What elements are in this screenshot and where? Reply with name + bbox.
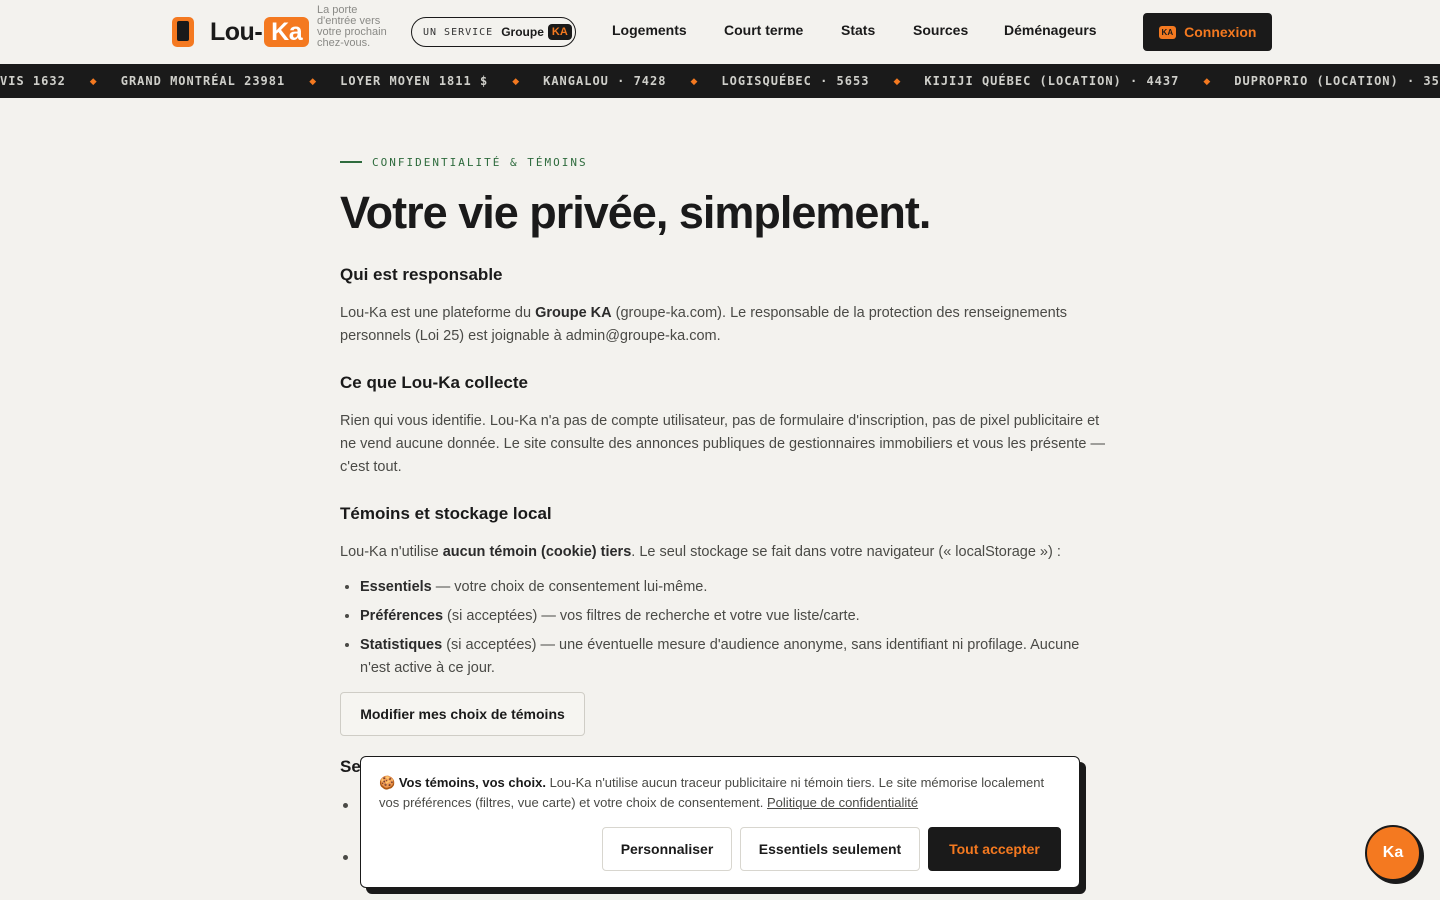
logo[interactable]: Lou- Ka xyxy=(172,17,310,47)
service-group: Groupe xyxy=(501,25,544,39)
nav-demenageurs[interactable]: Déménageurs xyxy=(1004,22,1097,38)
section-title-cookies: Témoins et stockage local xyxy=(340,504,552,523)
phone-icon xyxy=(172,17,194,47)
section-text-collect: Rien qui vous identifie. Lou-Ka n'a pas … xyxy=(340,413,1105,475)
list-item: Statistiques (si acceptées) — une éventu… xyxy=(360,634,1110,680)
diamond-icon: ◆ xyxy=(893,75,901,86)
login-button[interactable]: KA Connexion xyxy=(1143,13,1272,51)
accept-all-button[interactable]: Tout accepter xyxy=(928,827,1061,871)
section-text-responsible: Lou-Ka est une plateforme du Groupe KA (… xyxy=(340,302,1110,348)
privacy-content: CONFIDENTIALITÉ & TÉMOINS Votre vie priv… xyxy=(340,150,1110,736)
list-bullet xyxy=(343,855,348,860)
ticker-item: LOGISQUÉBEC · 5653 xyxy=(721,74,870,88)
ticker-item: LOYER MOYEN 1811 $ xyxy=(340,74,489,88)
diamond-icon: ◆ xyxy=(512,75,520,86)
ka-assistant-button[interactable]: Ka xyxy=(1365,825,1421,881)
logo-prefix: Lou- xyxy=(210,17,263,46)
customize-button[interactable]: Personnaliser xyxy=(602,827,732,871)
eyebrow: CONFIDENTIALITÉ & TÉMOINS xyxy=(340,150,1110,174)
modify-cookies-button[interactable]: Modifier mes choix de témoins xyxy=(340,692,585,736)
service-label: UN SERVICE xyxy=(423,26,494,38)
diamond-icon: ◆ xyxy=(309,75,317,86)
text-bold: aucun témoin (cookie) tiers xyxy=(442,544,632,560)
diamond-icon: ◆ xyxy=(89,75,97,86)
service-badge[interactable]: UN SERVICE Groupe KA xyxy=(411,17,576,47)
text-segment: . Le seul stockage se fait dans votre na… xyxy=(631,544,1061,560)
cookie-icon: 🍪 xyxy=(379,775,396,790)
list-item-text: (si acceptées) — vos filtres de recherch… xyxy=(443,608,860,624)
section-title-collect: Ce que Lou-Ka collecte xyxy=(340,373,528,392)
cookie-actions: Personnaliser Essentiels seulement Tout … xyxy=(602,827,1061,871)
cookie-banner: 🍪 Vos témoins, vos choix. Lou-Ka n'utili… xyxy=(360,756,1080,888)
list-item: Essentiels — votre choix de consentement… xyxy=(360,576,1110,599)
section-title-partial: Se xyxy=(340,757,361,776)
text-segment: Lou-Ka est une plateforme du xyxy=(340,305,536,321)
stats-ticker: VIS 1632 ◆ GRAND MONTRÉAL 23981 ◆ LOYER … xyxy=(0,64,1440,98)
tagline: La porte d'entrée vers votre prochain ch… xyxy=(317,4,387,49)
nav-sources[interactable]: Sources xyxy=(913,22,968,38)
list-item-title: Essentiels xyxy=(360,579,432,595)
ticker-item: DUPROPRIO (LOCATION) · 3592 xyxy=(1234,74,1440,88)
cookie-title: Vos témoins, vos choix. xyxy=(398,775,546,790)
text-segment: Lou-Ka n'utilise xyxy=(340,544,443,560)
list-bullet xyxy=(343,803,348,808)
list-item-title: Préférences xyxy=(360,608,444,624)
cookie-text: 🍪 Vos témoins, vos choix. Lou-Ka n'utili… xyxy=(379,773,1061,813)
logo-text: Lou- Ka xyxy=(210,17,310,47)
nav-stats[interactable]: Stats xyxy=(841,22,875,38)
ticker-item: KANGALOU · 7428 xyxy=(543,74,667,88)
page-title: Votre vie privée, simplement. xyxy=(340,187,931,238)
list-item-title: Statistiques xyxy=(360,637,443,653)
ticker-item: KIJIJI QUÉBEC (LOCATION) · 4437 xyxy=(924,74,1180,88)
storage-list: Essentiels — votre choix de consentement… xyxy=(340,576,1110,680)
text-bold: Groupe KA xyxy=(535,305,612,321)
ticker-track: VIS 1632 ◆ GRAND MONTRÉAL 23981 ◆ LOYER … xyxy=(0,64,1440,98)
logo-ka: Ka xyxy=(264,17,310,47)
login-label: Connexion xyxy=(1184,24,1257,40)
essentials-only-button[interactable]: Essentiels seulement xyxy=(740,827,920,871)
ka-mini-icon: KA xyxy=(1158,25,1177,39)
ticker-item: GRAND MONTRÉAL 23981 xyxy=(120,74,286,88)
nav-logements[interactable]: Logements xyxy=(612,22,687,38)
diamond-icon: ◆ xyxy=(690,75,698,86)
list-item-text: (si acceptées) — une éventuelle mesure d… xyxy=(360,637,1080,676)
section-title-responsible: Qui est responsable xyxy=(340,265,503,284)
site-header: Lou- Ka La porte d'entrée vers votre pro… xyxy=(0,0,1440,64)
list-item: Préférences (si acceptées) — vos filtres… xyxy=(360,605,1110,628)
service-ka-badge: KA xyxy=(547,24,572,40)
ticker-item: VIS 1632 xyxy=(0,74,66,88)
nav-court-terme[interactable]: Court terme xyxy=(724,22,803,38)
diamond-icon: ◆ xyxy=(1203,75,1211,86)
list-item-text: — votre choix de consentement lui-même. xyxy=(431,579,708,595)
privacy-policy-link[interactable]: Politique de confidentialité xyxy=(767,795,918,810)
section-text-cookies: Lou-Ka n'utilise aucun témoin (cookie) t… xyxy=(340,541,1110,564)
